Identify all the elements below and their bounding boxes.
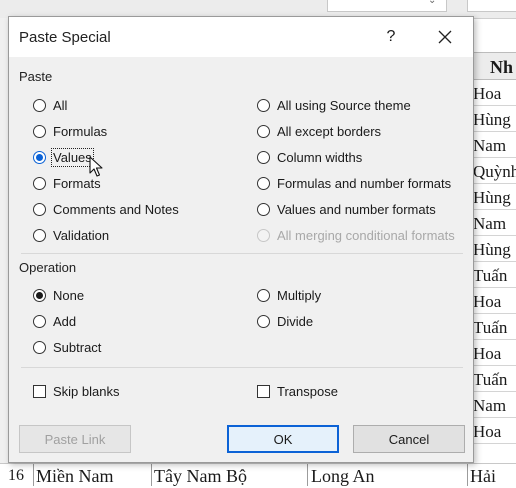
option-label: All merging conditional formats [277,227,455,243]
radio-button[interactable] [33,314,46,328]
option-label: Divide [277,313,314,329]
option-label: All except borders [277,123,382,139]
radio-button[interactable] [257,176,270,190]
radio-button[interactable] [257,288,270,302]
option-label: Values and number formats [277,201,436,217]
paste-option-all[interactable]: All [33,95,67,115]
option-label: Multiply [277,287,322,303]
radio-button[interactable] [33,340,46,354]
chevron-down-icon[interactable]: ⌄ [428,0,436,6]
cell[interactable]: Hoa [470,288,516,314]
radio-button-selected[interactable] [33,288,46,302]
row-header-strip [0,18,8,463]
operation-option-multiply[interactable]: Multiply [257,285,321,305]
cell-divider [467,464,468,486]
paste-special-dialog: Paste Special ? Paste All Formulas Value… [8,16,474,463]
ok-button[interactable]: OK [227,425,339,453]
paste-option-validation[interactable]: Validation [33,225,109,245]
cell[interactable]: Tuấn [470,314,516,340]
operation-group-label: Operation [19,260,77,275]
paste-option-comments-notes[interactable]: Comments and Notes [33,199,179,219]
column-header[interactable]: Nh [470,52,516,80]
cell[interactable]: Hùng [470,184,516,210]
mouse-pointer-icon [89,156,103,177]
table-row: 16 Miền Nam Tây Nam Bộ Long An Hải [0,463,516,486]
option-label: Values [51,147,94,167]
radio-button[interactable] [257,202,270,216]
cell[interactable]: Tuấn [470,366,516,392]
option-label: Transpose [277,383,338,399]
operation-option-divide[interactable]: Divide [257,311,313,331]
skip-blanks-checkbox[interactable] [33,384,46,398]
radio-button[interactable] [257,150,270,164]
cell-name[interactable]: Hải [470,464,496,488]
cell[interactable]: Tuấn [470,262,516,288]
operation-option-add[interactable]: Add [33,311,76,331]
radio-button[interactable] [257,124,270,138]
close-icon [438,30,452,44]
radio-button[interactable] [33,124,46,138]
group-divider [21,253,463,254]
cancel-button[interactable]: Cancel [353,425,465,453]
help-button[interactable]: ? [379,25,403,49]
radio-button[interactable] [33,176,46,190]
cell-region[interactable]: Miền Nam [36,464,113,488]
paste-option-formulas-number-formats[interactable]: Formulas and number formats [257,173,451,193]
cell[interactable]: Hùng [470,106,516,132]
toolbar-field[interactable] [467,0,516,12]
option-label: Formulas [53,123,108,139]
cell-divider [151,464,152,486]
radio-button[interactable] [257,98,270,112]
cell-divider [307,464,308,486]
dialog-titlebar[interactable]: Paste Special ? [9,17,473,57]
paste-option-merging-conditional-formats: All merging conditional formats [257,225,455,245]
group-divider [21,367,463,368]
cell-divider [33,464,34,486]
close-button[interactable] [431,25,459,49]
option-label: Comments and Notes [53,201,179,217]
option-label: Subtract [53,339,102,355]
paste-option-all-except-borders[interactable]: All except borders [257,121,381,141]
operation-option-subtract[interactable]: Subtract [33,337,101,357]
radio-button[interactable] [33,202,46,216]
paste-option-formulas[interactable]: Formulas [33,121,107,141]
cell-province[interactable]: Long An [311,464,375,488]
option-label: Skip blanks [53,383,120,399]
paste-option-all-source-theme[interactable]: All using Source theme [257,95,411,115]
radio-button[interactable] [257,314,270,328]
option-label: Add [53,313,77,329]
transpose-checkbox[interactable] [257,384,270,398]
transpose-checkbox-row[interactable]: Transpose [257,381,338,401]
radio-button[interactable] [33,228,46,242]
option-label: Column widths [277,149,363,165]
dialog-title: Paste Special [19,29,111,46]
skip-blanks-checkbox-row[interactable]: Skip blanks [33,381,119,401]
cell[interactable]: Hoa [470,80,516,106]
cell[interactable]: Hoa [470,340,516,366]
paste-link-button: Paste Link [19,425,131,453]
paste-option-values[interactable]: Values [33,147,94,167]
radio-button-selected[interactable] [33,150,46,164]
option-label: All using Source theme [277,97,411,113]
paste-group-label: Paste [19,69,53,84]
option-label: None [53,287,85,303]
cell[interactable]: Nam [470,210,516,236]
radio-button[interactable] [33,98,46,112]
operation-option-none[interactable]: None [33,285,84,305]
cell[interactable]: Hoa [470,418,516,444]
cell[interactable]: Nam [470,132,516,158]
option-label: Validation [53,227,110,243]
cell-area[interactable]: Tây Nam Bộ [154,464,247,488]
cell[interactable]: Nam [470,392,516,418]
option-label: Formulas and number formats [277,175,452,191]
paste-option-column-widths[interactable]: Column widths [257,147,362,167]
option-label: All [53,97,68,113]
cell[interactable]: Quỳnh [470,158,516,184]
paste-option-values-number-formats[interactable]: Values and number formats [257,199,436,219]
cell[interactable]: Hùng [470,236,516,262]
row-number[interactable]: 16 [8,464,24,488]
radio-button-disabled [257,228,270,242]
